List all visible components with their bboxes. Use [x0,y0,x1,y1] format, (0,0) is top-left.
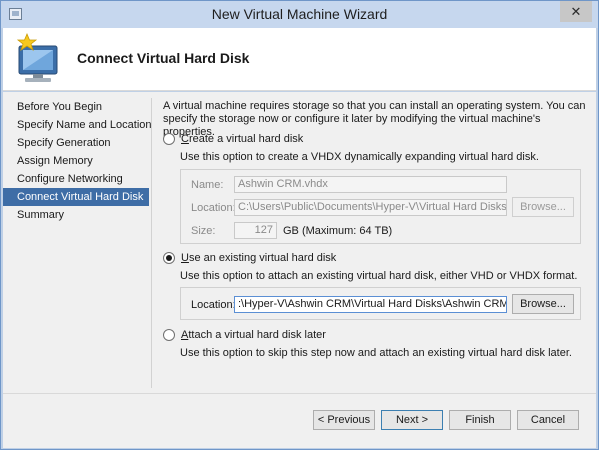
page-title: Connect Virtual Hard Disk [77,50,250,66]
attach-later-radio[interactable] [163,329,175,341]
existing-location-label: Location: [191,299,236,311]
create-location-label: Location: [191,202,236,214]
nav-item-specify-generation[interactable]: Specify Generation [3,134,149,152]
window-title: New Virtual Machine Wizard [211,6,388,22]
finish-button[interactable]: Finish [449,410,511,430]
nav-item-assign-memory[interactable]: Assign Memory [3,152,149,170]
create-location-field[interactable]: C:\Users\Public\Documents\Hyper-V\Virtua… [234,199,507,216]
create-vhd-label: Create a virtual hard disk [181,133,304,145]
existing-vhd-option[interactable]: Use an existing virtual hard disk [163,252,336,264]
nav-item-specify-name-location[interactable]: Specify Name and Location [3,116,152,134]
existing-vhd-group: Location: :\Hyper-V\Ashwin CRM\Virtual H… [180,287,581,320]
attach-later-option[interactable]: Attach a virtual hard disk later [163,329,326,341]
name-label: Name: [191,179,224,191]
main-panel: A virtual machine requires storage so th… [163,100,588,359]
size-label: Size: [191,225,216,237]
nav-divider [151,98,152,388]
create-vhd-description: Use this option to create a VHDX dynamic… [180,151,539,163]
nav-item-configure-networking[interactable]: Configure Networking [3,170,149,188]
close-button[interactable]: ✕ [560,1,592,22]
name-field[interactable]: Ashwin CRM.vhdx [234,176,507,193]
existing-vhd-radio[interactable] [163,252,175,264]
existing-browse-button[interactable]: Browse... [512,294,574,314]
wizard-header: Connect Virtual Hard Disk [3,28,596,91]
cancel-button[interactable]: Cancel [517,410,579,430]
wizard-steps-nav: Before You Begin Specify Name and Locati… [3,98,152,224]
existing-vhd-description: Use this option to attach an existing vi… [180,270,578,282]
create-browse-button[interactable]: Browse... [512,197,574,217]
nav-item-summary[interactable]: Summary [3,206,149,224]
nav-item-before-you-begin[interactable]: Before You Begin [3,98,149,116]
create-vhd-option[interactable]: Create a virtual hard disk [163,133,303,145]
footer-divider [3,393,596,394]
previous-button[interactable]: < Previous [313,410,375,430]
existing-vhd-label: Use an existing virtual hard disk [181,252,337,264]
attach-later-description: Use this option to skip this step now an… [180,347,572,359]
wizard-body: Before You Begin Specify Name and Locati… [3,92,596,448]
next-button[interactable]: Next > [381,410,443,430]
size-unit-text: GB (Maximum: 64 TB) [283,225,393,237]
create-vhd-radio[interactable] [163,133,175,145]
existing-location-input[interactable]: :\Hyper-V\Ashwin CRM\Virtual Hard Disks\… [234,296,507,313]
title-bar[interactable]: New Virtual Machine Wizard ✕ [1,1,598,28]
vm-monitor-star-icon [16,32,58,82]
nav-item-connect-vhd[interactable]: Connect Virtual Hard Disk [3,188,149,206]
attach-later-label: Attach a virtual hard disk later [181,329,326,341]
wizard-window: New Virtual Machine Wizard ✕ Connect Vir… [0,0,599,450]
create-vhd-group: Name: Ashwin CRM.vhdx Location: C:\Users… [180,169,581,244]
size-field[interactable]: 127 [234,222,277,239]
